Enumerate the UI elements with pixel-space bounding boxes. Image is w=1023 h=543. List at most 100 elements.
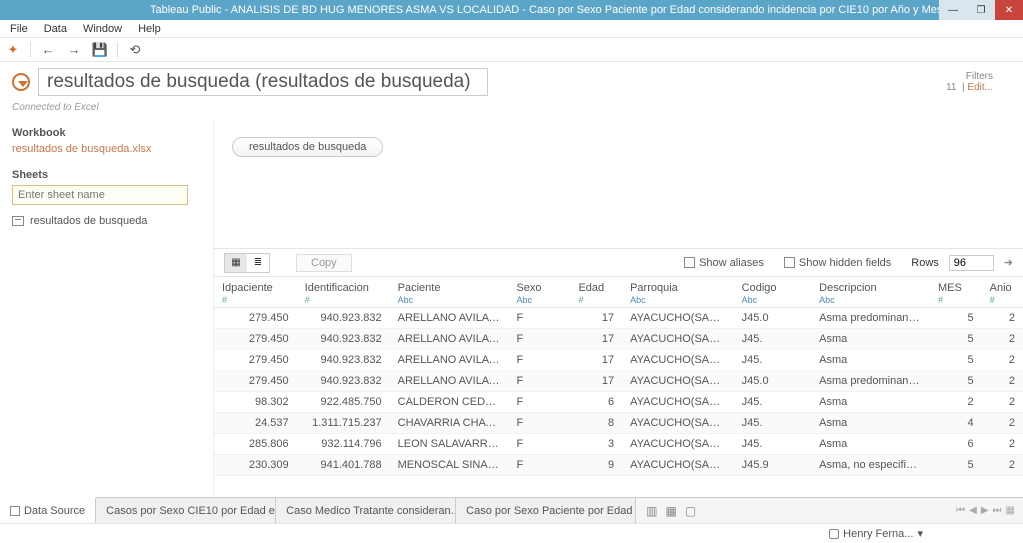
cell: Asma predominantem... xyxy=(811,308,930,329)
cell: 2 xyxy=(982,392,1023,413)
table-row[interactable]: 279.450940.923.832ARELLANO AVILA LOU...F… xyxy=(214,371,1023,392)
tab-datasource[interactable]: Data Source xyxy=(0,497,96,523)
sheets-heading: Sheets xyxy=(12,169,201,181)
tab-sheet[interactable]: Caso Medico Tratante consideran... xyxy=(276,498,456,523)
sheet-tabs: Data Source Casos por Sexo CIE10 por Eda… xyxy=(0,497,1023,523)
cell: 279.450 xyxy=(214,308,297,329)
tab-first-icon[interactable]: ⏮ xyxy=(956,505,965,516)
column-header[interactable]: Identificacion# xyxy=(297,277,390,308)
tab-sheet[interactable]: Caso por Sexo Paciente por Edad ... xyxy=(456,498,636,523)
minimize-button[interactable]: — xyxy=(939,0,967,20)
show-aliases-checkbox[interactable]: Show aliases xyxy=(684,257,764,269)
filters-edit-link[interactable]: Edit... xyxy=(967,82,993,93)
cell: 5 xyxy=(930,350,982,371)
workbook-link[interactable]: resultados de busqueda.xlsx xyxy=(12,143,201,155)
column-header[interactable]: CodigoAbc xyxy=(734,277,811,308)
table-row[interactable]: 279.450940.923.832ARELLANO AVILA LOU...F… xyxy=(214,350,1023,371)
column-header[interactable]: MES# xyxy=(930,277,982,308)
forward-icon[interactable]: → xyxy=(65,41,83,59)
cell: MENOSCAL SINALUISA... xyxy=(390,455,509,476)
cell: 940.923.832 xyxy=(297,371,390,392)
tab-last-icon[interactable]: ⏭ xyxy=(993,505,1002,516)
back-icon[interactable]: ← xyxy=(39,41,57,59)
cell: 941.401.788 xyxy=(297,455,390,476)
cell: AYACUCHO(SAGRARI... xyxy=(622,434,734,455)
datasource-tab-icon xyxy=(10,506,20,516)
menu-window[interactable]: Window xyxy=(75,21,130,37)
table-row[interactable]: 285.806932.114.796LEON SALAVARRIA MA...F… xyxy=(214,434,1023,455)
connection-status: Connected to Excel xyxy=(0,102,1023,119)
datasource-menu-icon[interactable] xyxy=(12,73,30,91)
column-header[interactable]: SexoAbc xyxy=(508,277,570,308)
close-button[interactable]: ✕ xyxy=(995,0,1023,20)
cell: AYACUCHO(SAGRARI... xyxy=(622,329,734,350)
cell: 5 xyxy=(930,371,982,392)
cell: ARELLANO AVILA LOU... xyxy=(390,329,509,350)
rows-label: Rows xyxy=(911,257,939,269)
cell: 279.450 xyxy=(214,350,297,371)
cell: ARELLANO AVILA LOU... xyxy=(390,371,509,392)
table-row[interactable]: 279.450940.923.832ARELLANO AVILA LOU...F… xyxy=(214,329,1023,350)
cell: Asma xyxy=(811,434,930,455)
menu-data[interactable]: Data xyxy=(36,21,75,37)
join-canvas[interactable]: resultados de busqueda xyxy=(214,119,1023,249)
tableau-logo-icon[interactable]: ✦ xyxy=(4,41,22,59)
new-dashboard-icon[interactable]: ▦ xyxy=(666,504,677,518)
table-pill[interactable]: resultados de busqueda xyxy=(232,137,383,157)
table-row[interactable]: 279.450940.923.832ARELLANO AVILA LOU...F… xyxy=(214,308,1023,329)
new-worksheet-icon[interactable]: ▥ xyxy=(646,504,657,518)
filters-label: Filters xyxy=(946,71,993,82)
cell: 2 xyxy=(930,392,982,413)
grid-view-icon[interactable]: ▦ xyxy=(225,254,247,272)
column-header[interactable]: DescripcionAbc xyxy=(811,277,930,308)
sheet-search-input[interactable] xyxy=(12,185,188,205)
cell: 230.309 xyxy=(214,455,297,476)
cell: F xyxy=(508,434,570,455)
column-header[interactable]: PacienteAbc xyxy=(390,277,509,308)
tab-sheet[interactable]: Casos por Sexo CIE10 por Edad en... xyxy=(96,498,276,523)
cell: 1.311.715.237 xyxy=(297,413,390,434)
column-header[interactable]: ParroquiaAbc xyxy=(622,277,734,308)
cell: 940.923.832 xyxy=(297,350,390,371)
sheet-item-label: resultados de busqueda xyxy=(30,215,147,227)
column-header[interactable]: Edad# xyxy=(570,277,622,308)
cell: F xyxy=(508,329,570,350)
cell: J45.0 xyxy=(734,371,811,392)
cell: F xyxy=(508,371,570,392)
list-view-icon[interactable]: ≣ xyxy=(247,254,269,272)
new-story-icon[interactable]: ▢ xyxy=(685,504,696,518)
cell: Asma xyxy=(811,413,930,434)
sheet-item[interactable]: resultados de busqueda xyxy=(12,213,201,229)
tab-nav: ⏮ ◀ ▶ ⏭ ▦ xyxy=(948,498,1023,523)
cell: Asma predominantem... xyxy=(811,371,930,392)
table-row[interactable]: 98.302922.485.750CALDERON CEDEÑO ...F6AY… xyxy=(214,392,1023,413)
menu-bar: File Data Window Help xyxy=(0,20,1023,38)
maximize-button[interactable]: ❐ xyxy=(967,0,995,20)
menu-file[interactable]: File xyxy=(2,21,36,37)
menu-help[interactable]: Help xyxy=(130,21,169,37)
refresh-icon[interactable]: ⟲ xyxy=(126,41,144,59)
checkbox-icon xyxy=(684,257,695,268)
cell: 279.450 xyxy=(214,371,297,392)
table-row[interactable]: 24.5371.311.715.237CHAVARRIA CHAVARRI...… xyxy=(214,413,1023,434)
cell: 5 xyxy=(930,308,982,329)
rows-input[interactable] xyxy=(949,255,994,271)
tab-show-all-icon[interactable]: ▦ xyxy=(1006,505,1015,516)
filters-count: 11 xyxy=(946,82,956,93)
cell: 940.923.832 xyxy=(297,329,390,350)
checkbox-icon xyxy=(784,257,795,268)
tab-prev-icon[interactable]: ◀ xyxy=(969,505,977,516)
column-header[interactable]: Idpaciente# xyxy=(214,277,297,308)
tab-next-icon[interactable]: ▶ xyxy=(981,505,989,516)
save-icon[interactable]: 💾 xyxy=(91,41,109,59)
cell: Asma xyxy=(811,350,930,371)
show-hidden-checkbox[interactable]: Show hidden fields xyxy=(784,257,891,269)
datasource-name-input[interactable]: resultados de busqueda (resultados de bu… xyxy=(38,68,488,96)
copy-button[interactable]: Copy xyxy=(296,254,352,272)
cell: J45. xyxy=(734,392,811,413)
rows-go-icon[interactable]: ➜ xyxy=(1004,256,1013,269)
user-menu-chevron-icon[interactable]: ▾ xyxy=(917,527,923,540)
table-row[interactable]: 230.309941.401.788MENOSCAL SINALUISA...F… xyxy=(214,455,1023,476)
datasource-header: resultados de busqueda (resultados de bu… xyxy=(0,62,1023,102)
column-header[interactable]: Anio# xyxy=(982,277,1023,308)
